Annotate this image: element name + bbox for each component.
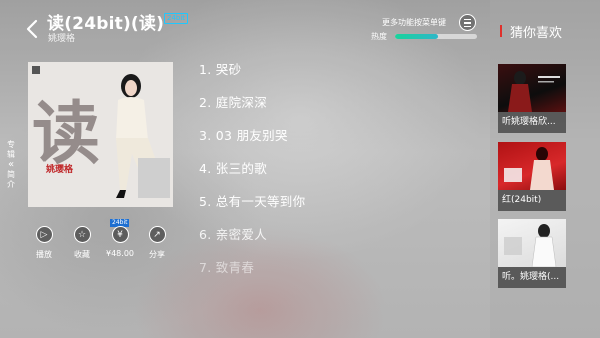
recommend-title-accent <box>500 25 502 37</box>
menu-hint-text: 更多功能按菜单键 <box>382 18 446 27</box>
recommend-item-label: 听姚璎格欣... <box>498 112 566 133</box>
play-label: 播放 <box>36 250 52 259</box>
menu-icon-line <box>464 22 471 24</box>
track-list: 1. 哭砂 2. 庭院深深 3. 03 朋友别哭 4. 张三的歌 5. 总有一天… <box>199 58 305 289</box>
recommend-item-label: 红(24bit) <box>498 190 566 211</box>
share-button[interactable]: ↗ 分享 <box>137 226 177 260</box>
track-item[interactable]: 4. 张三的歌 <box>199 157 305 190</box>
recommend-thumbnail <box>498 142 566 190</box>
track-item[interactable]: 1. 哭砂 <box>199 58 305 91</box>
album-cover[interactable]: 读 姚璎格 <box>28 62 173 207</box>
track-item[interactable]: 6. 亲密爱人 <box>199 223 305 256</box>
yen-icon: ¥ <box>111 226 129 243</box>
track-item[interactable]: 2. 庭院深深 <box>199 91 305 124</box>
heat-bar <box>395 34 477 39</box>
menu-icon-line <box>464 25 471 27</box>
side-tab-char: 简 <box>7 170 15 179</box>
heat-label: 热度 <box>371 32 387 41</box>
favorite-button[interactable]: ☆ 收藏 <box>62 226 102 260</box>
play-icon: ▷ <box>35 226 53 243</box>
side-tab-char: 专 <box>7 140 15 149</box>
price-label: ¥48.00 <box>106 249 134 258</box>
buy-button[interactable]: ¥ ¥48.00 <box>100 226 140 258</box>
share-label: 分享 <box>149 250 165 259</box>
track-item[interactable]: 5. 总有一天等到你 <box>199 190 305 223</box>
share-icon: ↗ <box>148 226 166 243</box>
back-button[interactable] <box>24 18 42 40</box>
recommend-item[interactable]: 听姚璎格欣... <box>498 64 566 133</box>
cover-signature: 姚璎格 <box>46 165 74 175</box>
track-item[interactable]: 7. 致青春 <box>199 256 305 289</box>
recommend-item-label: 听。姚璎格(... <box>498 267 566 288</box>
recommend-item[interactable]: 听。姚璎格(... <box>498 219 566 288</box>
menu-button[interactable] <box>459 14 476 31</box>
cover-artist-figure <box>116 74 170 198</box>
track-item[interactable]: 3. 03 朋友别哭 <box>199 124 305 157</box>
double-chevron-left-icon: « <box>7 159 15 170</box>
heat-bar-fill <box>395 34 438 39</box>
back-arrow-icon <box>26 19 38 39</box>
artist-name: 姚璎格 <box>48 34 76 44</box>
star-icon: ☆ <box>73 226 91 243</box>
label-logo-icon <box>32 66 40 74</box>
favorite-label: 收藏 <box>74 250 90 259</box>
recommend-thumbnail <box>498 219 566 267</box>
thumbnail-figure <box>504 224 557 267</box>
thumbnail-figure <box>504 147 554 190</box>
recommend-item[interactable]: 红(24bit) <box>498 142 566 211</box>
recommend-thumbnail <box>498 64 566 112</box>
side-tab-char: 介 <box>7 180 15 189</box>
recommend-title: 猜你喜欢 <box>510 26 563 41</box>
play-button[interactable]: ▷ 播放 <box>24 226 64 260</box>
album-intro-tab[interactable]: 专 辑 « 简 介 <box>3 140 19 190</box>
menu-icon-line <box>464 19 471 21</box>
thumbnail-figure <box>508 71 560 112</box>
quality-badge: 24bit <box>164 13 189 24</box>
